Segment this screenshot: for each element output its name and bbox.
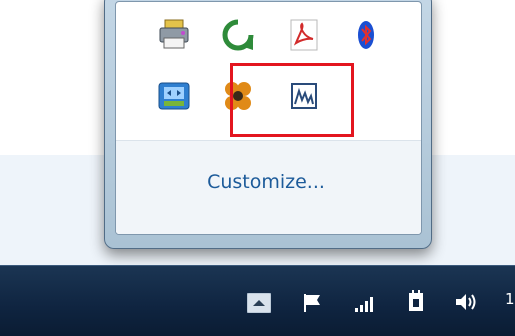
customize-link[interactable]: Customize... <box>116 171 416 193</box>
show-hidden-icons-button[interactable] <box>247 293 271 313</box>
network-signal-icon[interactable] <box>354 295 376 313</box>
volume-icon[interactable] <box>454 291 478 313</box>
printer-icon[interactable] <box>156 17 192 53</box>
refresh-arrow-icon[interactable] <box>220 17 256 53</box>
remote-screen-icon[interactable] <box>156 78 192 114</box>
flyout-footer: Customize... <box>116 140 421 234</box>
bluetooth-icon[interactable] <box>348 17 384 53</box>
taskbar-clock[interactable]: 1 <box>505 290 515 308</box>
taskbar: 1 <box>0 265 515 336</box>
power-plug-icon[interactable] <box>406 290 426 314</box>
pdf-icon[interactable] <box>286 17 322 53</box>
highlight-annotation <box>230 63 354 137</box>
action-center-flag-icon[interactable] <box>302 292 322 314</box>
